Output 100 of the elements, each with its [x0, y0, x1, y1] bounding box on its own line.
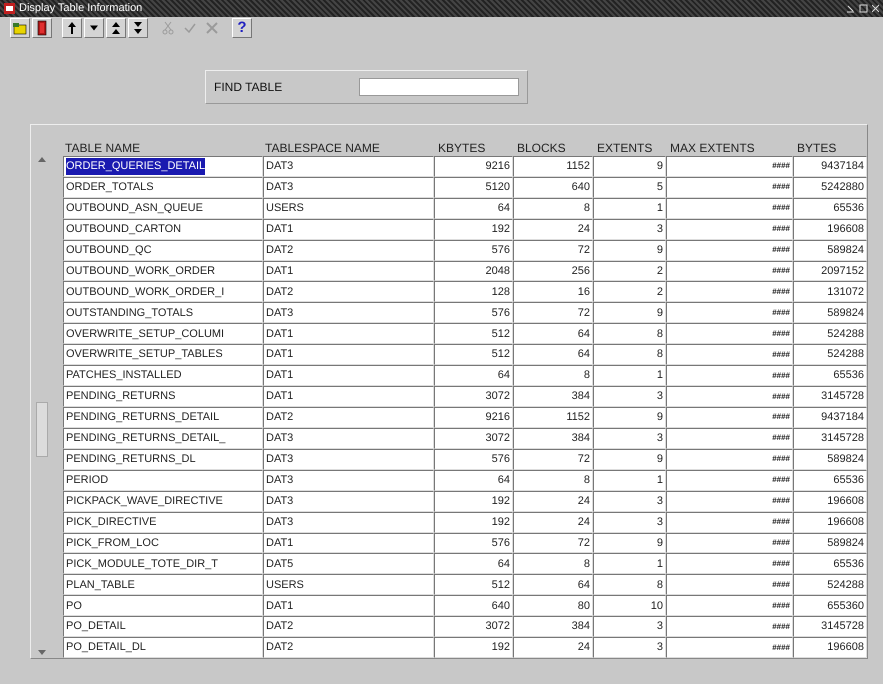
- toolbar-button[interactable]: [106, 18, 126, 38]
- table-cell[interactable]: PENDING_RETURNS_DETAIL_: [63, 428, 263, 449]
- table-cell[interactable]: DAT1: [263, 260, 434, 282]
- table-cell[interactable]: PICK_DIRECTIVE: [63, 512, 263, 533]
- table-cell[interactable]: ####: [666, 532, 793, 554]
- table-cell[interactable]: 8: [593, 323, 666, 344]
- help-button[interactable]: ?: [232, 18, 252, 38]
- table-cell[interactable]: DAT1: [263, 323, 434, 344]
- table-cell[interactable]: OUTBOUND_WORK_ORDER: [63, 260, 263, 282]
- table-cell[interactable]: DAT2: [263, 407, 434, 428]
- table-cell[interactable]: 640: [513, 176, 593, 198]
- table-cell[interactable]: 3: [593, 386, 666, 407]
- table-cell[interactable]: 9216: [434, 156, 513, 177]
- table-cell[interactable]: 8: [513, 198, 593, 219]
- table-cell[interactable]: 9: [593, 240, 666, 261]
- table-cell[interactable]: 192: [434, 490, 513, 512]
- scroll-thumb[interactable]: [36, 402, 48, 457]
- table-cell[interactable]: 64: [434, 198, 513, 219]
- table-cell[interactable]: 64: [513, 344, 593, 366]
- toolbar-button[interactable]: [62, 18, 82, 38]
- table-cell[interactable]: 5120: [434, 176, 513, 198]
- table-cell[interactable]: 1152: [513, 407, 593, 428]
- table-cell[interactable]: DAT2: [263, 281, 434, 302]
- table-cell[interactable]: 640: [434, 595, 513, 616]
- table-cell[interactable]: OUTBOUND_ASN_QUEUE: [63, 198, 263, 219]
- table-cell[interactable]: ORDER_TOTALS: [63, 176, 263, 198]
- table-cell[interactable]: 3145728: [793, 386, 867, 407]
- table-cell[interactable]: 72: [513, 448, 593, 470]
- table-cell[interactable]: 1: [593, 470, 666, 491]
- table-cell[interactable]: ####: [666, 260, 793, 282]
- table-cell[interactable]: PICK_FROM_LOC: [63, 532, 263, 554]
- table-cell[interactable]: 512: [434, 323, 513, 344]
- table-cell[interactable]: DAT3: [263, 428, 434, 449]
- table-cell[interactable]: PENDING_RETURNS: [63, 386, 263, 407]
- table-cell[interactable]: ####: [666, 156, 793, 177]
- table-cell[interactable]: 72: [513, 240, 593, 261]
- table-cell[interactable]: 589824: [793, 302, 867, 324]
- table-cell[interactable]: 64: [434, 553, 513, 574]
- table-cell[interactable]: 9: [593, 532, 666, 554]
- table-cell[interactable]: ####: [666, 407, 793, 428]
- table-cell[interactable]: ####: [666, 616, 793, 638]
- table-cell[interactable]: 589824: [793, 240, 867, 261]
- table-cell[interactable]: 576: [434, 302, 513, 324]
- table-cell[interactable]: 8: [513, 470, 593, 491]
- table-cell[interactable]: ####: [666, 344, 793, 366]
- table-cell[interactable]: 128: [434, 281, 513, 302]
- table-cell[interactable]: 524288: [793, 323, 867, 344]
- table-cell[interactable]: ####: [666, 470, 793, 491]
- table-cell[interactable]: 1: [593, 198, 666, 219]
- table-cell[interactable]: ####: [666, 574, 793, 596]
- table-cell[interactable]: PICK_MODULE_TOTE_DIR_T: [63, 553, 263, 574]
- table-cell[interactable]: DAT3: [263, 470, 434, 491]
- table-cell[interactable]: ####: [666, 176, 793, 198]
- table-cell[interactable]: 65536: [793, 553, 867, 574]
- table-cell[interactable]: DAT2: [263, 637, 434, 658]
- table-cell[interactable]: 9: [593, 302, 666, 324]
- table-cell[interactable]: 2048: [434, 260, 513, 282]
- table-cell[interactable]: 9216: [434, 407, 513, 428]
- table-cell[interactable]: 2097152: [793, 260, 867, 282]
- table-cell[interactable]: 655360: [793, 595, 867, 616]
- table-cell[interactable]: PO: [63, 595, 263, 616]
- table-cell[interactable]: PLAN_TABLE: [63, 574, 263, 596]
- table-cell[interactable]: 1: [593, 553, 666, 574]
- table-cell[interactable]: 3145728: [793, 616, 867, 638]
- table-cell[interactable]: 192: [434, 218, 513, 240]
- table-cell[interactable]: 64: [434, 365, 513, 386]
- table-cell[interactable]: 80: [513, 595, 593, 616]
- table-cell[interactable]: PATCHES_INSTALLED: [63, 365, 263, 386]
- table-cell[interactable]: 24: [513, 512, 593, 533]
- table-cell[interactable]: DAT5: [263, 553, 434, 574]
- table-cell[interactable]: 8: [593, 344, 666, 366]
- table-cell[interactable]: 5242880: [793, 176, 867, 198]
- table-cell[interactable]: 196608: [793, 218, 867, 240]
- table-cell[interactable]: 8: [593, 574, 666, 596]
- table-cell[interactable]: 3: [593, 512, 666, 533]
- table-cell[interactable]: 3: [593, 490, 666, 512]
- table-cell[interactable]: 10: [593, 595, 666, 616]
- table-cell[interactable]: OVERWRITE_SETUP_TABLES: [63, 344, 263, 366]
- table-cell[interactable]: ####: [666, 302, 793, 324]
- table-cell[interactable]: USERS: [263, 198, 434, 219]
- table-cell[interactable]: 9437184: [793, 407, 867, 428]
- table-cell[interactable]: ORDER_QUERIES_DETAIL: [63, 156, 263, 177]
- table-cell[interactable]: 3072: [434, 616, 513, 638]
- table-cell[interactable]: DAT1: [263, 386, 434, 407]
- table-cell[interactable]: 65536: [793, 365, 867, 386]
- table-cell[interactable]: OVERWRITE_SETUP_COLUMI: [63, 323, 263, 344]
- table-cell[interactable]: 9: [593, 156, 666, 177]
- toolbar-button[interactable]: [32, 18, 52, 38]
- table-cell[interactable]: 576: [434, 448, 513, 470]
- table-cell[interactable]: DAT1: [263, 532, 434, 554]
- table-cell[interactable]: 64: [434, 470, 513, 491]
- table-cell[interactable]: ####: [666, 323, 793, 344]
- table-cell[interactable]: DAT1: [263, 365, 434, 386]
- table-cell[interactable]: 64: [513, 574, 593, 596]
- table-cell[interactable]: ####: [666, 198, 793, 219]
- table-cell[interactable]: 384: [513, 428, 593, 449]
- close-icon[interactable]: [872, 4, 879, 13]
- maximize-icon[interactable]: [859, 4, 868, 13]
- table-cell[interactable]: ####: [666, 218, 793, 240]
- table-cell[interactable]: 72: [513, 532, 593, 554]
